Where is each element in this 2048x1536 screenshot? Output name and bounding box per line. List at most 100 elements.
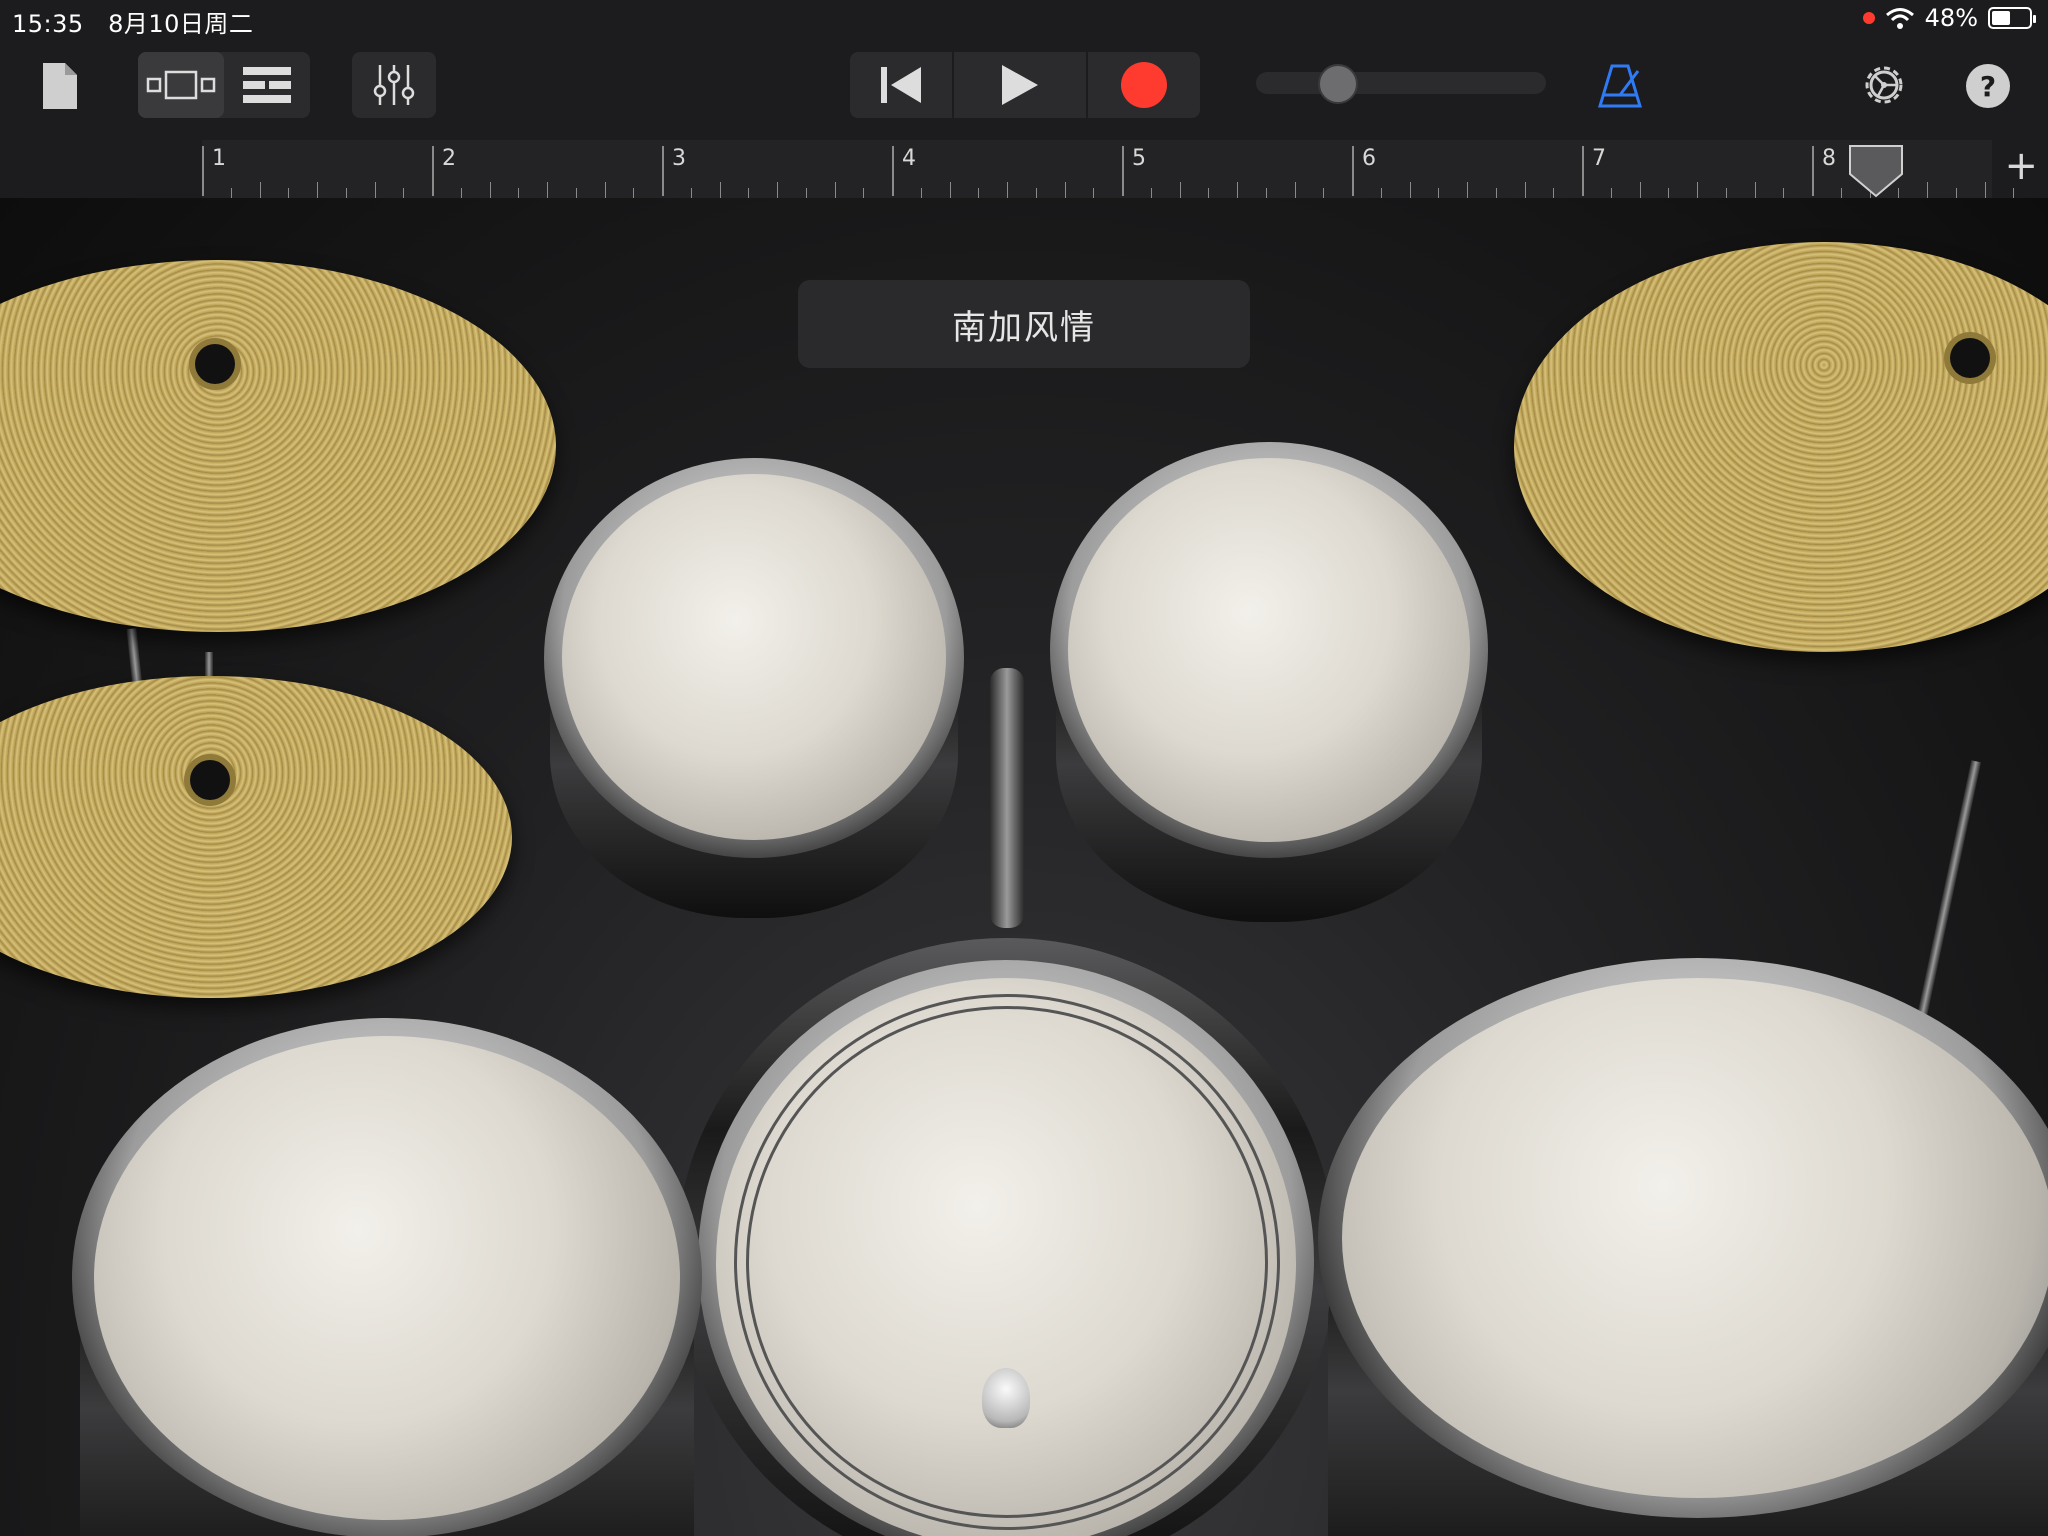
ruler-tick [1927,182,1928,198]
ruler-tick [1610,188,1612,198]
kick-pedal-beater [982,1368,1030,1428]
bar-number: 8 [1822,146,1836,171]
ruler-tick [1323,188,1325,198]
ruler-tick [1265,188,1267,198]
ruler-track[interactable]: 1 2 3 4 5 6 7 8 [202,140,2015,198]
ruler-tick [719,182,721,198]
ruler-tick [374,182,376,198]
status-time: 15:35 8月10日周二 [12,4,253,39]
ruler-tick [1754,182,1756,198]
metronome-button[interactable] [1596,60,1644,112]
ruler-tick [259,182,261,198]
playhead-marker[interactable] [1848,144,1904,198]
ruler-tick [1697,182,1698,198]
recording-indicator-icon [1862,12,1875,24]
view-toggle [138,52,310,118]
tom-2[interactable] [1050,442,1488,932]
ruler-tick [1668,188,1670,198]
ruler-tick [633,188,635,198]
ruler-tick [1840,188,1842,198]
tracks-view-button[interactable] [224,52,310,118]
ruler-tick [805,188,807,198]
ride-cymbal-right[interactable] [1514,242,2048,652]
floor-tom[interactable] [1318,958,2048,1536]
ruler-tick [777,182,778,198]
add-section-button[interactable]: + [2004,146,2038,186]
ruler-tick [978,188,980,198]
document-icon [43,63,77,109]
ruler-tick [575,188,577,198]
bar-number: 5 [1132,146,1146,171]
ruler-tick [460,188,462,198]
ruler-tick [403,188,405,198]
ruler-tick [604,182,606,198]
date: 8月10日周二 [108,10,254,38]
bar-number: 4 [902,146,916,171]
drum-kit-stage: 南加风情 [0,198,2048,1536]
toolbar: ? [0,40,2048,140]
ruler-tick [1955,188,1957,198]
tracks-view-icon [243,67,291,103]
ruler-tick [518,188,520,198]
play-icon [1001,65,1038,105]
gear-icon [1865,66,1903,104]
instrument-view-icon [146,70,216,100]
help-icon: ? [1979,69,1997,103]
tom-1[interactable] [544,458,964,928]
skip-to-start-icon [880,67,921,103]
ruler-tick [1984,182,1986,198]
crash-cymbal-left[interactable] [0,260,556,632]
tom-mount [990,668,1024,928]
ruler-tick [489,182,491,198]
ruler-tick [834,182,836,198]
ruler-tick [1179,182,1181,198]
battery-percent: 48% [1924,4,1978,32]
ruler-tick [230,188,232,198]
timeline-ruler[interactable]: 1 2 3 4 5 6 7 8 + [0,140,2048,198]
battery-icon [1988,7,2036,29]
ruler-tick [920,188,922,198]
bar-number: 3 [672,146,686,171]
my-songs-button[interactable] [38,58,82,114]
ruler-tick [1495,188,1497,198]
snare-drum[interactable] [72,1018,702,1536]
instrument-view-button[interactable] [138,52,224,118]
ruler-tick [1467,182,1468,198]
ruler-tick [317,182,318,198]
drum-kit-name[interactable]: 南加风情 [798,280,1250,368]
kick-drum[interactable] [676,938,1336,1536]
mixer-button[interactable] [352,52,436,118]
ruler-tick [690,188,692,198]
play-button[interactable] [954,52,1089,118]
ruler-tick [863,188,865,198]
ruler-tick [1035,188,1037,198]
metronome-icon [1598,64,1642,108]
ruler-tick [547,182,548,198]
ruler-tick [1237,182,1238,198]
ruler-tick [2013,188,2015,198]
settings-button[interactable] [1858,58,1910,112]
bar-number: 7 [1592,146,1606,171]
help-button[interactable]: ? [1966,64,2010,108]
go-to-beginning-button[interactable] [850,52,954,118]
ruler-tick [1007,182,1008,198]
status-right: 48% [1862,4,2036,32]
record-button[interactable] [1088,52,1200,118]
ruler-tick [748,188,750,198]
bar-number: 2 [442,146,456,171]
hihat-cymbal[interactable] [0,676,512,998]
ruler-tick [1093,188,1095,198]
ruler-tick [1783,188,1785,198]
ruler-tick [1380,188,1382,198]
transport-controls [850,52,1200,118]
master-volume-knob[interactable] [1318,64,1358,104]
status-bar: 15:35 8月10日周二 48% [0,0,2048,40]
ruler-tick [949,182,951,198]
ruler-tick [1208,188,1210,198]
master-volume-slider[interactable] [1256,72,1546,94]
clock: 15:35 [12,10,84,38]
mixer-sliders-icon [373,65,415,105]
record-icon [1121,62,1168,108]
ruler-tick [1524,182,1526,198]
ruler-tick [1294,182,1296,198]
